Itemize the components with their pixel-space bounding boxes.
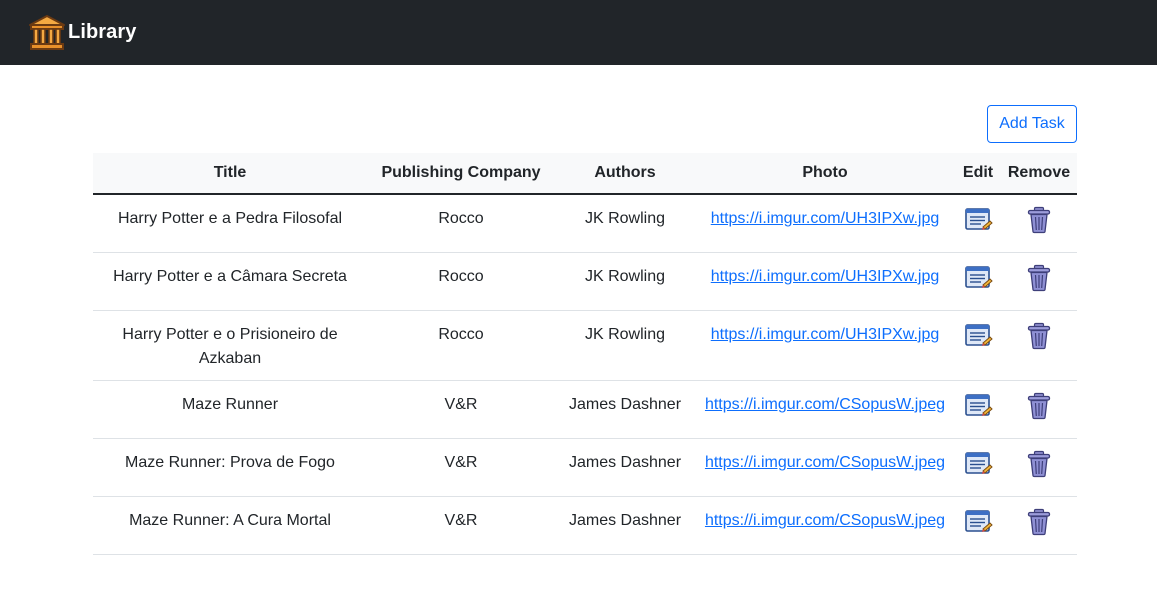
cell-photo: https://i.imgur.com/CSopusW.jpeg [695, 496, 955, 555]
cell-title: Maze Runner: A Cura Mortal [93, 496, 367, 555]
cell-edit [955, 252, 1001, 311]
cell-photo: https://i.imgur.com/UH3IPXw.jpg [695, 252, 955, 311]
cell-publishing-company: Rocco [367, 252, 555, 311]
cell-publishing-company: Rocco [367, 194, 555, 253]
table-body: Harry Potter e a Pedra Filosofal Rocco J… [93, 194, 1077, 555]
column-header-authors: Authors [555, 153, 695, 195]
table-row: Maze Runner V&R James Dashner https://i.… [93, 380, 1077, 439]
brand-title: Library [68, 21, 137, 43]
cell-authors: JK Rowling [555, 194, 695, 253]
cell-title: Harry Potter e a Pedra Filosofal [93, 194, 367, 253]
cell-title: Maze Runner [93, 380, 367, 439]
trash-icon[interactable] [1024, 391, 1054, 421]
edit-icon[interactable] [963, 507, 993, 537]
table-row: Harry Potter e a Câmara Secreta Rocco JK… [93, 252, 1077, 311]
table-row: Maze Runner: Prova de Fogo V&R James Das… [93, 438, 1077, 497]
edit-icon[interactable] [963, 449, 993, 479]
photo-link[interactable]: https://i.imgur.com/CSopusW.jpeg [705, 454, 945, 471]
trash-icon[interactable] [1024, 507, 1054, 537]
cell-publishing-company: Rocco [367, 310, 555, 381]
edit-icon[interactable] [963, 205, 993, 235]
cell-authors: JK Rowling [555, 252, 695, 311]
cell-edit [955, 380, 1001, 439]
cell-remove [1001, 438, 1077, 497]
cell-authors: James Dashner [555, 438, 695, 497]
cell-authors: James Dashner [555, 380, 695, 439]
cell-photo: https://i.imgur.com/CSopusW.jpeg [695, 438, 955, 497]
cell-edit [955, 194, 1001, 253]
table-header: Title Publishing Company Authors Photo E… [93, 153, 1077, 195]
books-table: Title Publishing Company Authors Photo E… [93, 153, 1077, 555]
column-header-remove: Remove [1001, 153, 1077, 195]
cell-title: Maze Runner: Prova de Fogo [93, 438, 367, 497]
column-header-edit: Edit [955, 153, 1001, 195]
photo-link[interactable]: https://i.imgur.com/CSopusW.jpeg [705, 512, 945, 529]
library-building-icon [29, 14, 65, 50]
table-row: Harry Potter e a Pedra Filosofal Rocco J… [93, 194, 1077, 253]
column-header-photo: Photo [695, 153, 955, 195]
cell-publishing-company: V&R [367, 380, 555, 439]
top-navbar: Library [0, 0, 1157, 65]
cell-authors: JK Rowling [555, 310, 695, 381]
cell-remove [1001, 496, 1077, 555]
trash-icon[interactable] [1024, 205, 1054, 235]
brand[interactable]: Library [28, 14, 137, 52]
cell-title: Harry Potter e a Câmara Secreta [93, 252, 367, 311]
cell-title: Harry Potter e o Prisioneiro de Azkaban [93, 310, 367, 381]
photo-link[interactable]: https://i.imgur.com/CSopusW.jpeg [705, 396, 945, 413]
cell-photo: https://i.imgur.com/UH3IPXw.jpg [695, 194, 955, 253]
photo-link[interactable]: https://i.imgur.com/UH3IPXw.jpg [711, 210, 940, 227]
cell-edit [955, 438, 1001, 497]
column-header-publishing-company: Publishing Company [367, 153, 555, 195]
cell-remove [1001, 310, 1077, 381]
trash-icon[interactable] [1024, 263, 1054, 293]
cell-remove [1001, 194, 1077, 253]
cell-publishing-company: V&R [367, 496, 555, 555]
cell-edit [955, 310, 1001, 381]
cell-photo: https://i.imgur.com/UH3IPXw.jpg [695, 310, 955, 381]
table-row: Harry Potter e o Prisioneiro de Azkaban … [93, 310, 1077, 381]
cell-edit [955, 496, 1001, 555]
cell-authors: James Dashner [555, 496, 695, 555]
cell-photo: https://i.imgur.com/CSopusW.jpeg [695, 380, 955, 439]
edit-icon[interactable] [963, 391, 993, 421]
table-row: Maze Runner: A Cura Mortal V&R James Das… [93, 496, 1077, 555]
column-header-title: Title [93, 153, 367, 195]
header-row: Title Publishing Company Authors Photo E… [93, 153, 1077, 195]
add-task-button[interactable]: Add Task [987, 105, 1077, 143]
trash-icon[interactable] [1024, 449, 1054, 479]
photo-link[interactable]: https://i.imgur.com/UH3IPXw.jpg [711, 268, 940, 285]
trash-icon[interactable] [1024, 321, 1054, 351]
edit-icon[interactable] [963, 263, 993, 293]
photo-link[interactable]: https://i.imgur.com/UH3IPXw.jpg [711, 326, 940, 343]
cell-remove [1001, 252, 1077, 311]
edit-icon[interactable] [963, 321, 993, 351]
cell-remove [1001, 380, 1077, 439]
cell-publishing-company: V&R [367, 438, 555, 497]
